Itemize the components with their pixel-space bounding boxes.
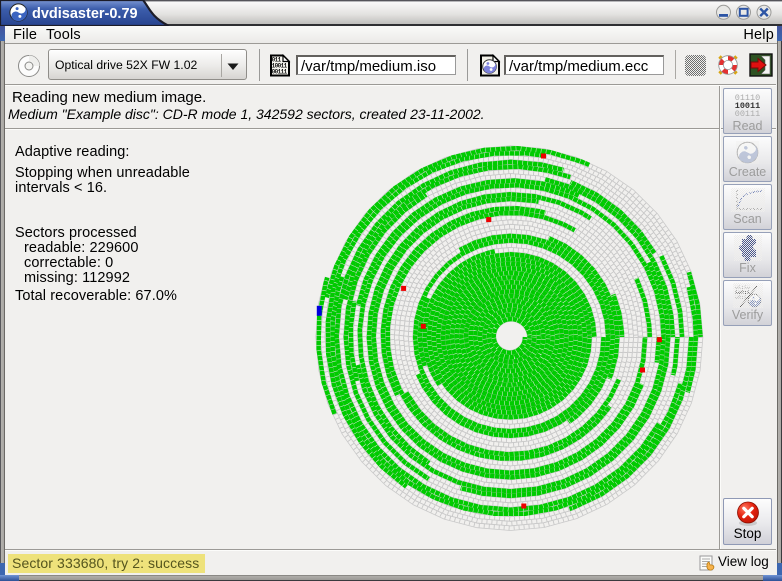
svg-text:00111: 00111	[272, 69, 288, 76]
svg-text:dvdisaster-0.79: dvdisaster-0.79	[32, 6, 138, 22]
